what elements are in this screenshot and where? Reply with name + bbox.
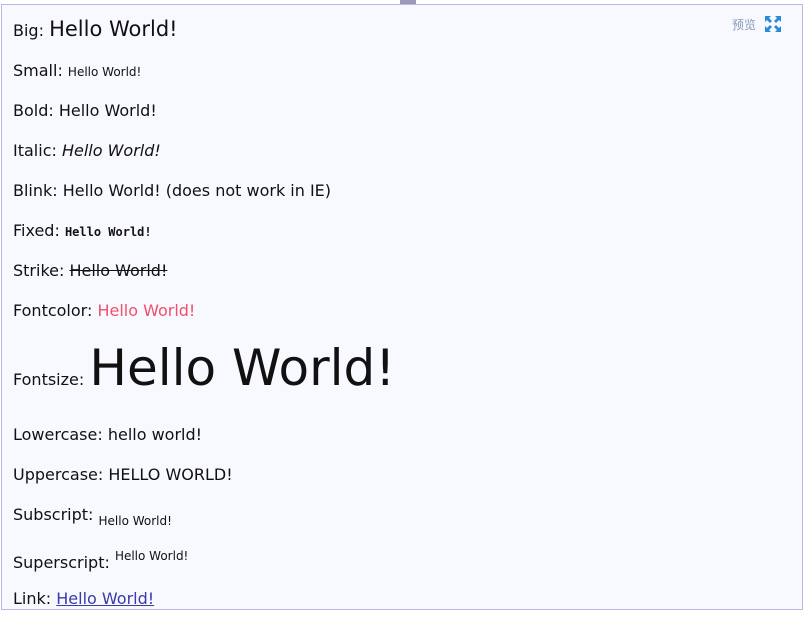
superscript-text: Hello World! <box>114 549 189 563</box>
row-label: Blink: <box>13 181 63 200</box>
row-label: Fontsize: <box>13 370 90 389</box>
bold-text: Hello World! <box>58 101 157 120</box>
row-strike: Strike: Hello World! <box>13 261 167 280</box>
row-fontsize: Fontsize: Hello World! <box>13 343 395 393</box>
row-small: Small: Hello World! <box>13 61 141 80</box>
row-label: Strike: <box>13 261 70 280</box>
strike-text: Hello World! <box>69 261 168 280</box>
hello-world-link[interactable]: Hello World! <box>56 589 154 608</box>
row-label: Lowercase: <box>13 425 108 444</box>
big-text: Hello World! <box>49 17 178 41</box>
row-lowercase: Lowercase: hello world! <box>13 425 202 444</box>
row-label: Fontcolor: <box>13 301 98 320</box>
row-fixed: Fixed: Hello World! <box>13 221 152 240</box>
row-label: Subscript: <box>13 505 99 524</box>
preview-button[interactable]: 预览 <box>732 16 756 33</box>
row-uppercase: Uppercase: HELLO WORLD! <box>13 465 233 484</box>
subscript-text: Hello World! <box>98 514 172 528</box>
blink-text: Hello World! (does not work in IE) <box>62 181 332 200</box>
row-label: Uppercase: <box>13 465 109 484</box>
fontsize-text: Hello World! <box>89 339 396 397</box>
row-label: Link: <box>13 589 57 608</box>
small-text: Hello World! <box>67 65 142 79</box>
fontcolor-text: Hello World! <box>97 301 196 320</box>
toolbar: 预览 <box>732 15 782 33</box>
row-fontcolor: Fontcolor: Hello World! <box>13 301 195 320</box>
row-label: Italic: <box>13 141 62 160</box>
row-label: Small: <box>13 61 68 80</box>
row-italic: Italic: Hello World! <box>13 141 161 160</box>
italic-text: Hello World! <box>61 141 161 160</box>
row-label: Superscript: <box>13 553 115 572</box>
uppercase-text: HELLO WORLD! <box>108 465 233 484</box>
fixed-text: Hello World! <box>64 225 152 239</box>
row-label: Big: <box>13 21 50 40</box>
row-superscript: Superscript: Hello World! <box>13 549 188 572</box>
row-bold: Bold: Hello World! <box>13 101 157 120</box>
row-big: Big: Hello World! <box>13 17 178 41</box>
output-panel: 预览 Big: Hello World! Small: Hello World!… <box>1 4 803 610</box>
fullscreen-icon[interactable] <box>764 15 782 33</box>
row-label: Fixed: <box>13 221 65 240</box>
row-subscript: Subscript: Hello World! <box>13 505 172 528</box>
row-label: Bold: <box>13 101 59 120</box>
row-link: Link: Hello World! <box>13 589 154 608</box>
row-blink: Blink: Hello World! (does not work in IE… <box>13 181 331 200</box>
lowercase-text: hello world! <box>107 425 203 444</box>
